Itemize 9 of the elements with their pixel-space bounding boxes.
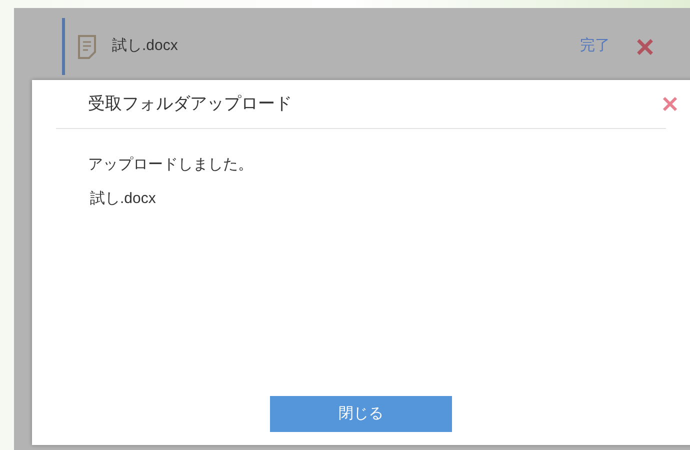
message-text: アップロードしました。 (88, 155, 254, 175)
close-icon[interactable] (662, 96, 678, 112)
file-name: 試し.docx (89, 189, 157, 209)
close-icon[interactable] (636, 38, 654, 56)
document-icon (77, 34, 97, 60)
file-name: 試し.docx (112, 36, 178, 56)
close-button[interactable]: 閉じる (270, 396, 452, 432)
status-label: 完了 (580, 36, 610, 56)
dialog-title: 受取フォルダアップロード (88, 93, 292, 116)
